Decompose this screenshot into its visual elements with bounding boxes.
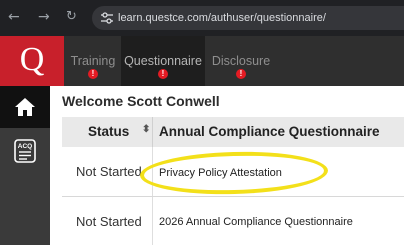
home-icon xyxy=(15,98,35,116)
column-divider xyxy=(152,197,153,245)
column-header-status[interactable]: Status xyxy=(88,124,129,139)
sidebar-item-home[interactable] xyxy=(0,86,50,128)
logo-letter: Q xyxy=(19,41,45,78)
row-status: Not Started xyxy=(76,164,142,179)
acq-label: ACQ xyxy=(18,143,32,150)
tab-questionnaire[interactable]: Questionnaire ! xyxy=(121,36,205,86)
app-header: Q Training ! Questionnaire ! Disclosure … xyxy=(0,36,404,86)
row-name-link[interactable]: 2026 Annual Compliance Questionnaire xyxy=(159,216,353,228)
browser-toolbar: ← → ↻ learn.questce.com/authuser/questio… xyxy=(0,0,404,36)
welcome-heading: Welcome Scott Conwell xyxy=(62,93,220,109)
tab-label: Disclosure xyxy=(211,54,271,68)
column-divider xyxy=(152,117,153,147)
tune-icon[interactable] xyxy=(100,11,114,25)
alert-badge-icon: ! xyxy=(158,69,168,79)
alert-badge-icon: ! xyxy=(88,69,98,79)
acq-icon: ACQ xyxy=(14,139,36,163)
reload-icon[interactable]: ↻ xyxy=(66,9,77,24)
column-header-questionnaire[interactable]: Annual Compliance Questionnaire xyxy=(159,124,380,139)
tab-label: Questionnaire xyxy=(124,54,202,68)
tab-training[interactable]: Training ! xyxy=(66,36,120,86)
table-row[interactable]: Not Started 2026 Annual Compliance Quest… xyxy=(62,197,404,245)
alert-badge-icon: ! xyxy=(236,69,246,79)
tab-label: Training xyxy=(70,54,116,68)
row-status: Not Started xyxy=(76,214,142,229)
arrow-right-icon[interactable]: → xyxy=(38,9,50,25)
url-text: learn.questce.com/authuser/questionnaire… xyxy=(118,12,326,24)
logo[interactable]: Q xyxy=(0,36,64,86)
sidebar: ACQ xyxy=(0,86,50,245)
sort-icon[interactable]: ⬍ xyxy=(142,124,150,135)
table-header: Status ⬍ Annual Compliance Questionnaire xyxy=(62,117,404,147)
sidebar-item-acq[interactable]: ACQ xyxy=(0,130,50,172)
tab-disclosure[interactable]: Disclosure ! xyxy=(206,36,276,86)
address-bar[interactable]: learn.questce.com/authuser/questionnaire… xyxy=(92,6,404,30)
arrow-left-icon[interactable]: ← xyxy=(8,9,20,25)
